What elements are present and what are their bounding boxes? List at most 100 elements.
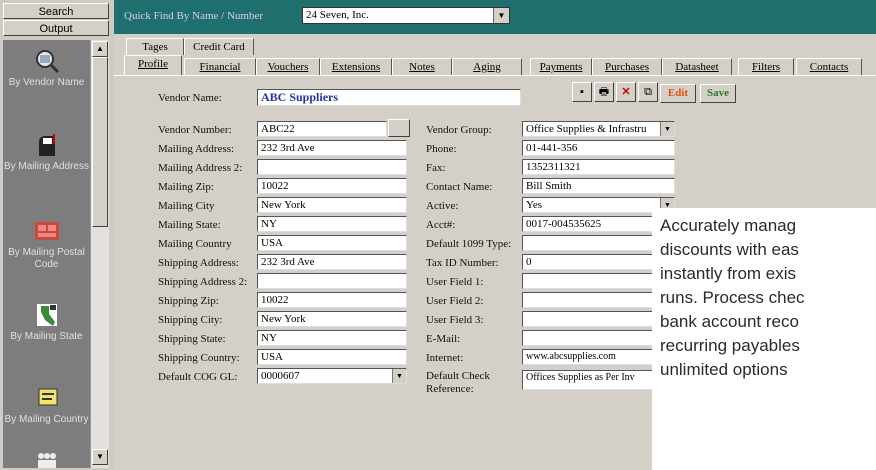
shipping-country-value: USA	[261, 351, 284, 363]
sidebar-item-mailing-address[interactable]: By Mailing Address	[3, 132, 90, 173]
copy-icon[interactable]: ⧉	[638, 82, 658, 102]
vendor-name-field[interactable]: ABC Suppliers	[257, 89, 521, 106]
vendor-number-lookup-button[interactable]	[388, 119, 410, 137]
shipping-country-field[interactable]: USA	[257, 349, 407, 365]
internet-label: Internet:	[426, 352, 464, 364]
shipping-address-2-label: Shipping Address 2:	[158, 276, 248, 288]
sidebar-item-postal-code[interactable]: By Mailing Postal Code	[3, 218, 90, 271]
shipping-city-field[interactable]: New York	[257, 311, 407, 327]
mailing-zip-field[interactable]: 10022	[257, 178, 407, 194]
email-label: E-Mail:	[426, 333, 461, 345]
vendor-group-label: Vendor Group:	[426, 124, 492, 136]
chevron-down-icon[interactable]: ▼	[493, 8, 509, 23]
search-by-list: By Vendor Name By Mailing Address By Mai…	[3, 40, 90, 468]
output-button-label: Output	[39, 23, 73, 35]
quick-find-bar: Quick Find By Name / Number 24 Seven, In…	[114, 0, 876, 34]
edit-button-label: Edit	[667, 87, 689, 99]
default-cog-gl-select[interactable]: 0000607 ▼	[257, 368, 407, 384]
vendor-name-label: Vendor Name:	[158, 92, 222, 104]
tab-label: Profile	[138, 58, 168, 70]
tab-tages[interactable]: Tages	[126, 38, 184, 55]
scroll-down-icon[interactable]: ▼	[92, 449, 108, 465]
tab-profile[interactable]: Profile	[124, 55, 182, 76]
edit-button[interactable]: Edit	[660, 84, 696, 103]
shipping-zip-label: Shipping Zip:	[158, 295, 219, 307]
tax-id-value: 0	[526, 256, 532, 268]
tab-credit-card[interactable]: Credit Card	[184, 38, 254, 55]
search-button[interactable]: Search	[3, 3, 109, 19]
acct-number-label: Acct#:	[426, 219, 456, 231]
sidebar-item-more[interactable]	[3, 448, 90, 468]
shipping-city-value: New York	[261, 313, 306, 325]
tab-label: Payments	[539, 61, 583, 73]
country-card-icon	[33, 385, 61, 411]
vendor-number-value: ABC22	[261, 123, 295, 135]
tab-label: Tages	[142, 41, 168, 53]
fax-value: 1352311321	[526, 161, 581, 173]
output-button[interactable]: Output	[3, 20, 109, 36]
scroll-thumb[interactable]	[92, 57, 108, 227]
mailing-state-value: NY	[261, 218, 277, 230]
shipping-zip-field[interactable]: 10022	[257, 292, 407, 308]
save-button[interactable]: Save	[700, 84, 736, 103]
acct-number-value: 0017-004535625	[526, 218, 602, 230]
default-1099-type-label: Default 1099 Type:	[426, 238, 512, 250]
contact-name-label: Contact Name:	[426, 181, 493, 193]
user-field-3-label: User Field 3:	[426, 314, 484, 326]
mailing-state-field[interactable]: NY	[257, 216, 407, 232]
default-cog-gl-label: Default COG GL:	[158, 371, 238, 383]
mailing-country-field[interactable]: USA	[257, 235, 407, 251]
mailing-address-field[interactable]: 232 3rd Ave	[257, 140, 407, 156]
mailing-address-label: Mailing Address:	[158, 143, 235, 155]
save-button-label: Save	[707, 87, 729, 99]
default-check-reference-value: Offices Supplies as Per Inv	[526, 372, 635, 383]
tab-purchases[interactable]: Purchases	[592, 58, 662, 75]
sidebar-item-mailing-state[interactable]: By Mailing State	[3, 302, 90, 343]
chevron-down-icon[interactable]: ▼	[660, 122, 674, 136]
tab-vouchers[interactable]: Vouchers	[256, 58, 320, 75]
tab-label: Contacts	[809, 61, 849, 73]
mailing-country-label: Mailing Country	[158, 238, 232, 250]
sidebar-scrollbar[interactable]: ▲ ▼	[90, 40, 109, 468]
phone-label: Phone:	[426, 143, 457, 155]
tab-filters[interactable]: Filters	[738, 58, 794, 75]
vendor-number-field[interactable]: ABC22	[257, 121, 387, 137]
mailing-city-field[interactable]: New York	[257, 197, 407, 213]
tab-label: Credit Card	[193, 41, 245, 53]
tab-contacts[interactable]: Contacts	[796, 58, 862, 75]
shipping-state-field[interactable]: NY	[257, 330, 407, 346]
tab-label: Extensions	[331, 61, 381, 73]
quick-find-select[interactable]: 24 Seven, Inc. ▼	[302, 7, 510, 24]
print-icon[interactable]: 🖶	[594, 82, 614, 102]
mailing-address-2-field[interactable]	[257, 159, 407, 175]
default-check-reference-label: Default Check Reference:	[426, 370, 490, 395]
user-field-1-label: User Field 1:	[426, 276, 484, 288]
shipping-address-field[interactable]: 232 3rd Ave	[257, 254, 407, 270]
sidebar-item-label: By Mailing Country	[4, 414, 89, 425]
vendor-group-select[interactable]: Office Supplies & Infrastru ▼	[522, 121, 675, 137]
tab-notes[interactable]: Notes	[392, 58, 452, 75]
contact-name-field[interactable]: Bill Smith	[522, 178, 675, 194]
tab-extensions[interactable]: Extensions	[320, 58, 392, 75]
shipping-address-2-field[interactable]	[257, 273, 407, 289]
internet-value: www.abcsupplies.com	[526, 351, 616, 362]
phone-field[interactable]: 01-441-356	[522, 140, 675, 156]
chevron-down-icon[interactable]: ▼	[392, 369, 406, 383]
state-map-icon	[33, 302, 61, 328]
tab-payments[interactable]: Payments	[530, 58, 592, 75]
mailing-zip-label: Mailing Zip:	[158, 181, 214, 193]
new-record-icon[interactable]: ▪	[572, 82, 592, 102]
delete-icon[interactable]: ✕	[616, 82, 636, 102]
tab-divider	[114, 75, 876, 76]
mailbox-icon	[33, 132, 61, 158]
sidebar-item-label: By Mailing Postal Code	[8, 247, 85, 270]
tab-financial[interactable]: Financial	[184, 58, 256, 75]
tab-datasheet[interactable]: Datasheet	[662, 58, 732, 75]
scroll-up-icon[interactable]: ▲	[92, 41, 108, 57]
fax-field[interactable]: 1352311321	[522, 159, 675, 175]
sidebar-item-vendor-name[interactable]: By Vendor Name	[3, 48, 90, 89]
mailing-city-value: New York	[261, 199, 306, 211]
sidebar-item-mailing-country[interactable]: By Mailing Country	[3, 385, 90, 426]
tab-aging[interactable]: Aging	[452, 58, 522, 75]
sidebar-item-label: By Mailing Address	[3, 161, 90, 172]
